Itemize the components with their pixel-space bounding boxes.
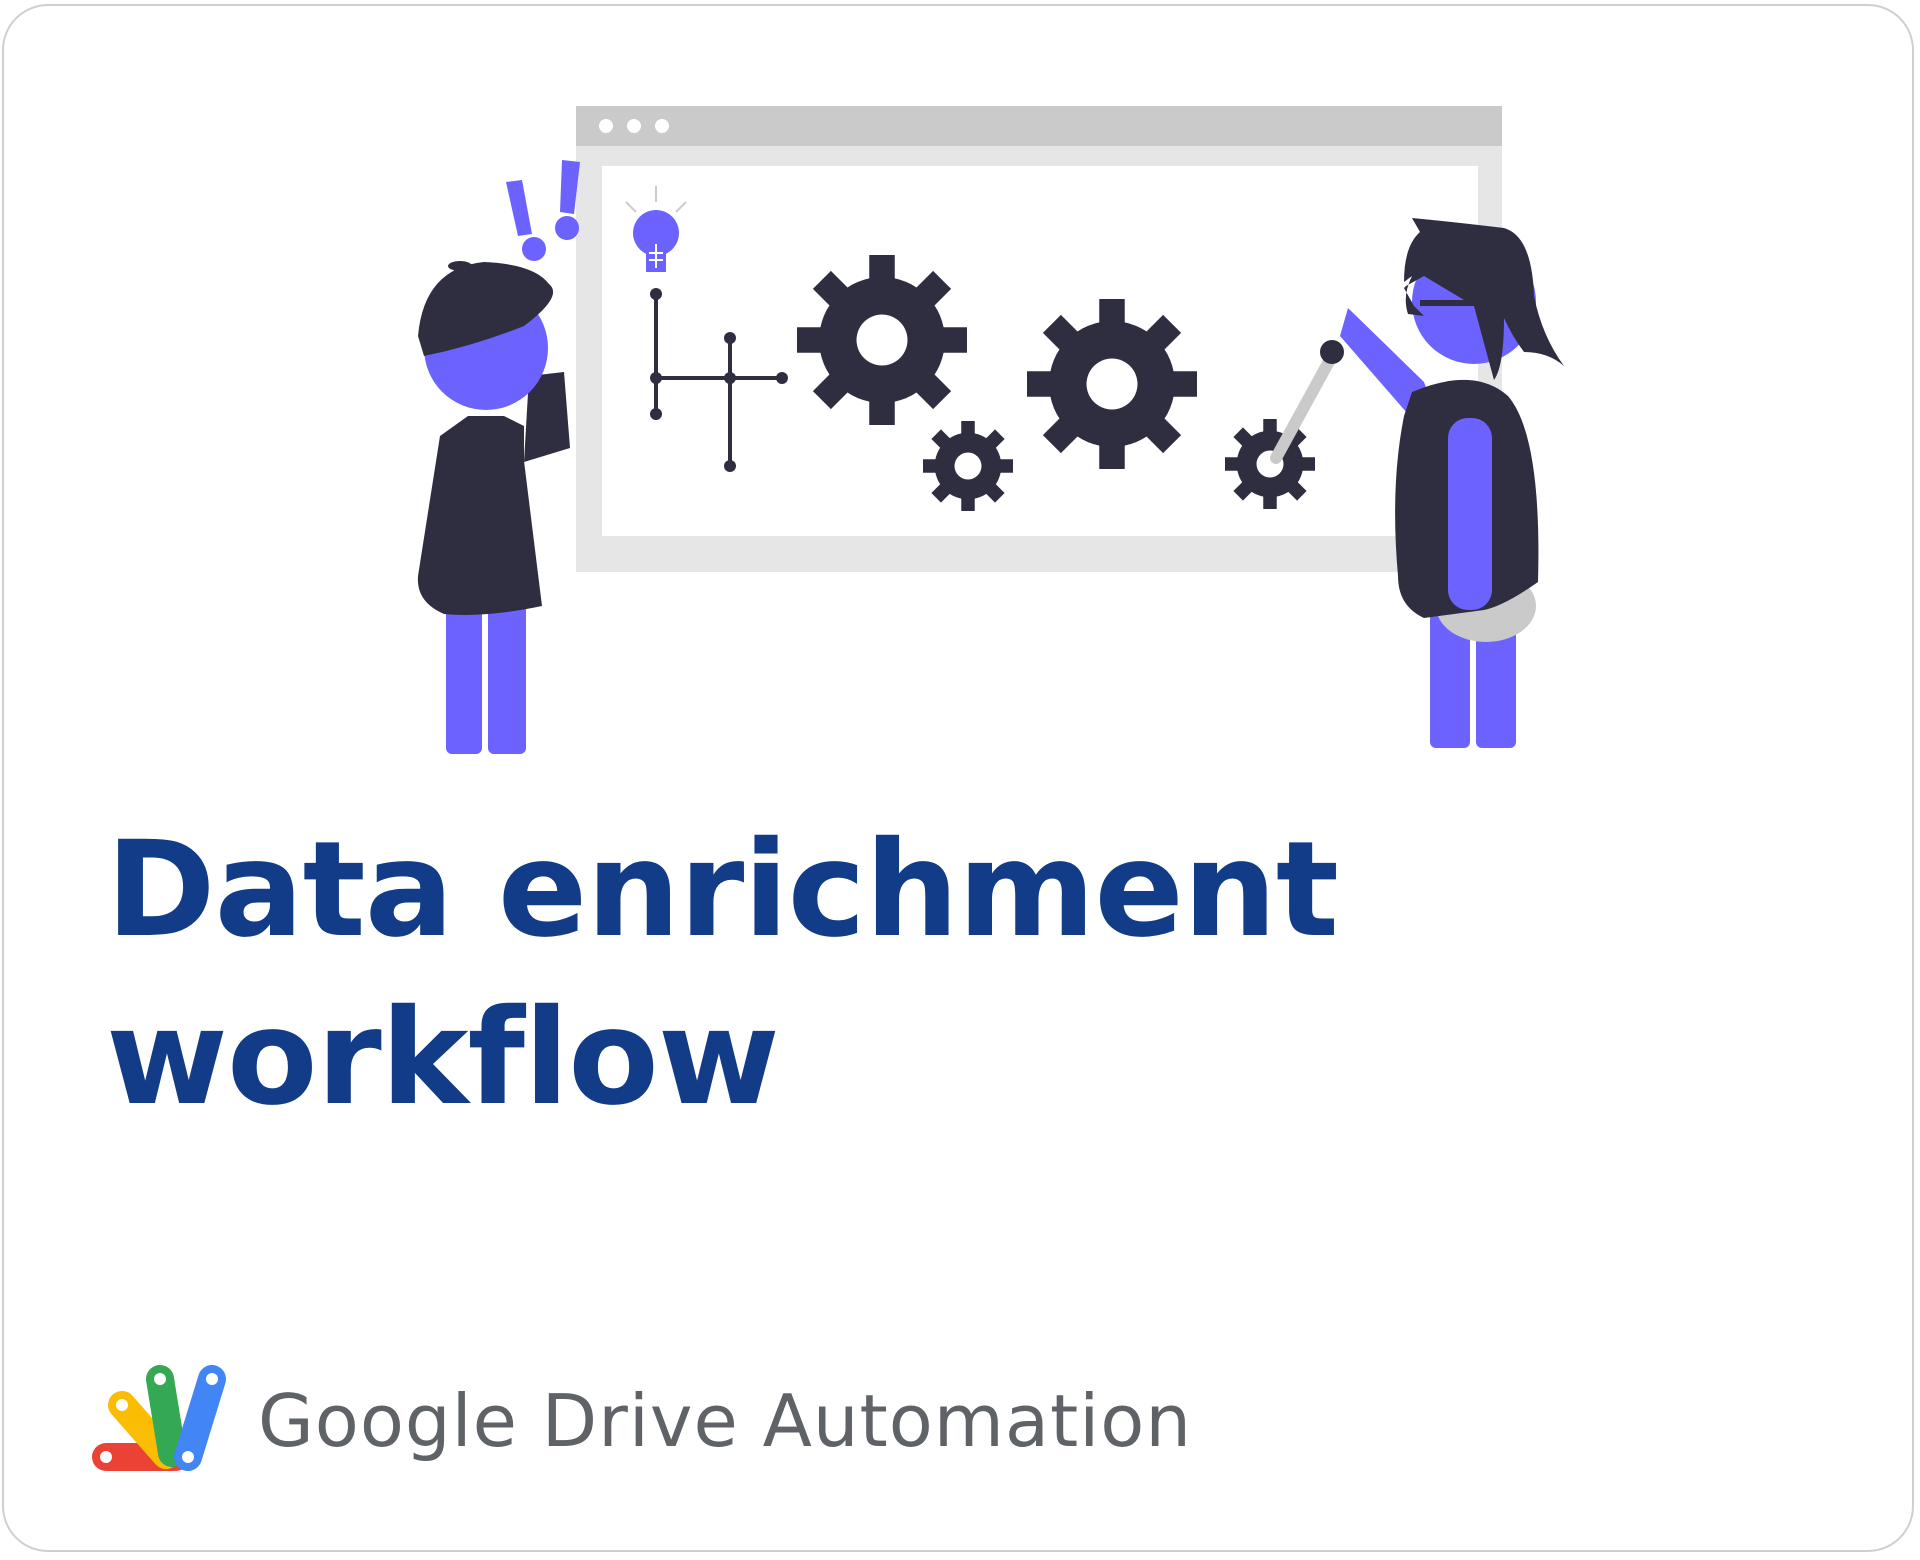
person-with-cap <box>417 261 570 754</box>
teamwork-illustration <box>417 106 1564 754</box>
exclamation-icon <box>506 160 580 261</box>
google-apps-script-logo-icon <box>92 1365 226 1471</box>
content-card: Data enrichment workflow Google Drive Au… <box>2 4 1914 1552</box>
brand-footer: Google Drive Automation <box>92 1361 1192 1481</box>
brand-name: Google Drive Automation <box>258 1379 1192 1463</box>
page-title: Data enrichment workflow <box>106 813 1339 1135</box>
